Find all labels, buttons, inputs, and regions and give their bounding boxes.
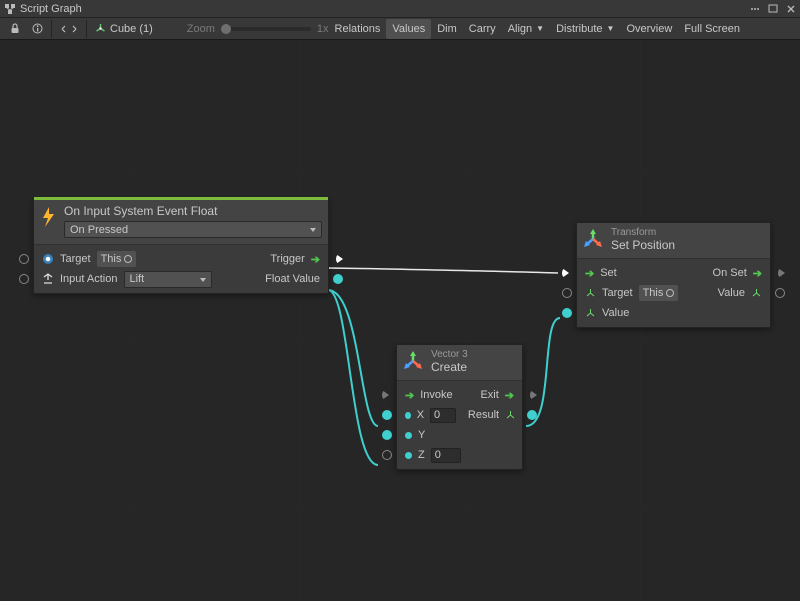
distribute-dropdown[interactable]: Distribute ▼	[550, 19, 620, 39]
context-object[interactable]: Cube (1)	[89, 19, 159, 39]
input-action-label: Input Action	[60, 273, 118, 285]
flow-out-arrow-icon: ➔	[311, 253, 320, 266]
transform-in-icon	[585, 288, 596, 299]
value-out-label: Value	[718, 287, 745, 299]
window-maximize-icon[interactable]	[768, 4, 780, 14]
port-trigger-out[interactable]	[336, 254, 343, 264]
value-in-label: Value	[602, 307, 629, 319]
port-invoke-in[interactable]	[382, 390, 389, 400]
target-label: Target	[60, 253, 91, 265]
event-mode-dropdown[interactable]: On Pressed	[64, 221, 322, 238]
invoke-label: Invoke	[420, 389, 452, 401]
flow-in-arrow-icon: ➔	[405, 389, 414, 402]
vector3-out-icon	[505, 410, 514, 421]
node-kicker: Vector 3	[431, 349, 516, 360]
exit-label: Exit	[480, 389, 498, 401]
port-x-in[interactable]	[382, 410, 392, 420]
z-label: Z	[418, 449, 425, 461]
window-title: Script Graph	[20, 3, 82, 15]
flow-out-arrow-icon: ➔	[753, 267, 762, 280]
align-dropdown[interactable]: Align ▼	[502, 19, 550, 39]
port-result-out[interactable]	[527, 410, 537, 420]
overview-button[interactable]: Overview	[620, 19, 678, 39]
node-title: On Input System Event Float	[64, 204, 322, 218]
relations-button[interactable]: Relations	[329, 19, 387, 39]
port-value-out[interactable]	[775, 288, 785, 298]
port-exit-out[interactable]	[530, 390, 537, 400]
x-field[interactable]: 0	[430, 408, 456, 423]
port-z-in[interactable]	[382, 450, 392, 460]
port-float-out[interactable]	[333, 274, 343, 284]
menu-icon[interactable]	[750, 4, 760, 14]
breadcrumb-icon	[60, 24, 78, 34]
target-label: Target	[602, 287, 633, 299]
input-action-dropdown[interactable]: Lift	[124, 271, 212, 288]
onset-label: On Set	[713, 267, 747, 279]
transform-icon	[95, 23, 106, 34]
toolbar: Cube (1) Zoom 1x Relations Values Dim Ca…	[0, 18, 800, 40]
target-field[interactable]: This	[97, 251, 137, 267]
info-button[interactable]	[26, 19, 49, 39]
target-picker-icon[interactable]	[666, 289, 674, 297]
target-icon	[42, 253, 54, 265]
node-on-input-system-event[interactable]: On Input System Event Float On Pressed T…	[33, 199, 329, 294]
values-button[interactable]: Values	[386, 19, 431, 39]
title-bar: Script Graph	[0, 0, 800, 18]
target-field[interactable]: This	[639, 285, 679, 301]
z-field[interactable]: 0	[431, 448, 461, 463]
zoom-label: Zoom	[187, 23, 215, 35]
port-action-in[interactable]	[19, 274, 29, 284]
y-label: Y	[418, 429, 425, 441]
window-close-icon[interactable]	[786, 4, 796, 14]
breadcrumb-nav[interactable]	[54, 19, 84, 39]
trigger-label: Trigger	[270, 253, 304, 265]
target-picker-icon[interactable]	[124, 255, 132, 263]
lock-button[interactable]	[4, 19, 26, 39]
fullscreen-button[interactable]: Full Screen	[678, 19, 746, 39]
port-target-in[interactable]	[562, 288, 572, 298]
set-label: Set	[600, 267, 617, 279]
node-vector3-create[interactable]: Vector 3 Create ➔ Invoke Exit ➔ X 0 Resu…	[396, 344, 523, 470]
flow-out-arrow-icon: ➔	[505, 389, 514, 402]
info-icon	[32, 23, 43, 34]
zoom-slider[interactable]	[221, 27, 311, 31]
lock-icon	[10, 23, 20, 34]
port-set-in[interactable]	[562, 268, 569, 278]
port-onset-out[interactable]	[778, 268, 785, 278]
input-action-icon	[42, 273, 54, 285]
graph-canvas[interactable]: On Input System Event Float On Pressed T…	[0, 40, 800, 601]
node-transform-set-position[interactable]: Transform Set Position ➔ Set On Set ➔ Ta…	[576, 222, 771, 328]
result-label: Result	[468, 409, 499, 421]
graph-icon	[4, 3, 16, 15]
float-value-label: Float Value	[265, 273, 320, 285]
zoom-value: 1x	[317, 23, 329, 35]
context-object-name: Cube (1)	[110, 23, 153, 35]
port-value-in[interactable]	[562, 308, 572, 318]
x-label: X	[417, 409, 424, 421]
port-target-in[interactable]	[19, 254, 29, 264]
event-bolt-icon	[39, 206, 57, 228]
vector3-in-icon	[585, 308, 596, 319]
vector3-icon	[402, 351, 424, 373]
dim-button[interactable]: Dim	[431, 19, 463, 39]
flow-in-arrow-icon: ➔	[585, 267, 594, 280]
port-y-in[interactable]	[382, 430, 392, 440]
vector3-out-icon	[751, 288, 762, 299]
node-title: Set Position	[611, 238, 764, 252]
carry-button[interactable]: Carry	[463, 19, 502, 39]
transform-node-icon	[582, 229, 604, 251]
node-title: Create	[431, 360, 516, 374]
node-kicker: Transform	[611, 227, 764, 238]
